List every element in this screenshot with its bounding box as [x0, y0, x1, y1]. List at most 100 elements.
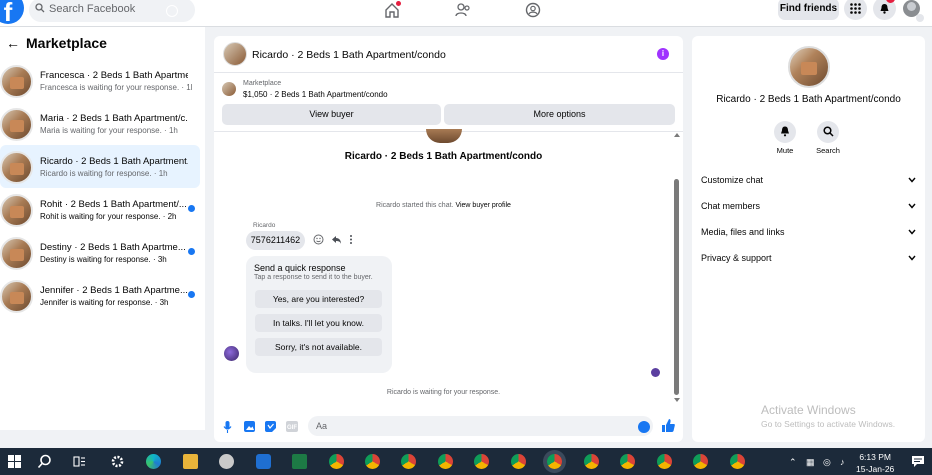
profile-avatar[interactable] [788, 46, 830, 88]
gif-icon[interactable]: GIF [286, 421, 298, 432]
cursor-ring-icon [166, 5, 178, 17]
notification-dot [396, 1, 401, 6]
conversation-avatar [0, 151, 33, 184]
facebook-logo[interactable]: f [0, 0, 24, 27]
smiley-icon[interactable] [313, 234, 324, 245]
search-icon [35, 3, 45, 13]
conversation-name: Ricardo · 2 Beds 1 Bath Apartment... [40, 156, 188, 167]
chrome-icon-active[interactable] [547, 454, 562, 469]
message-bubble[interactable]: 7576211462 [246, 231, 305, 250]
more-icon[interactable] [348, 234, 354, 245]
conversation-name: Maria · 2 Beds 1 Bath Apartment/c... [40, 113, 188, 124]
windows-start-icon[interactable] [8, 455, 21, 468]
conversation-item[interactable]: Ricardo · 2 Beds 1 Bath Apartment... Rica… [0, 145, 200, 188]
buyer-avatar[interactable] [223, 42, 247, 66]
excel-icon[interactable] [292, 454, 307, 469]
tray-app-icon[interactable]: ▦ [806, 457, 815, 468]
quick-response-option[interactable]: Sorry, it's not available. [255, 338, 382, 356]
chrome-icon[interactable] [657, 454, 672, 469]
chrome-icon[interactable] [329, 454, 344, 469]
conversation-status: Francesca is waiting for your response. … [40, 83, 192, 92]
chevron-down-icon [908, 175, 916, 185]
conversation-title: Ricardo · 2 Beds 1 Bath Apartment/condo [344, 151, 543, 162]
outlook-icon[interactable] [256, 454, 271, 469]
scrollbar-thumb[interactable] [674, 179, 679, 395]
privacy-support-section[interactable]: Privacy & support [701, 253, 916, 263]
grid-menu-icon [850, 3, 861, 14]
home-icon[interactable] [384, 1, 402, 20]
conversation-item[interactable]: Destiny · 2 Beds 1 Bath Apartme... Destin… [0, 231, 200, 274]
volume-icon[interactable]: ♪ [840, 457, 845, 467]
scrollbar[interactable] [673, 133, 681, 403]
chrome-icon[interactable] [438, 454, 453, 469]
chrome-icon[interactable] [620, 454, 635, 469]
search-button[interactable] [817, 121, 839, 143]
chrome-icon[interactable] [365, 454, 380, 469]
file-explorer-icon[interactable] [183, 454, 198, 469]
chevron-down-icon[interactable] [916, 14, 924, 22]
app-icon[interactable] [219, 454, 234, 469]
chevron-down-icon [908, 227, 916, 237]
scroll-up-icon[interactable] [674, 133, 680, 138]
quick-response-subtitle: Tap a response to send it to the buyer. [254, 274, 373, 281]
top-navigation-bar: f Search Facebook Find friends [0, 0, 932, 27]
listing-thumbnail[interactable] [222, 82, 236, 96]
chrome-icon[interactable] [511, 454, 526, 469]
clock-date: 15-Jan-26 [856, 464, 895, 474]
emoji-icon[interactable] [638, 421, 650, 433]
like-icon[interactable] [662, 419, 675, 432]
chat-title[interactable]: Ricardo · 2 Beds 1 Bath Apartment/condo [252, 49, 446, 61]
groups-icon[interactable] [525, 2, 543, 20]
search-input[interactable]: Search Facebook [29, 0, 195, 22]
media-files-links-section[interactable]: Media, files and links [701, 227, 916, 237]
activate-windows-watermark: Activate Windows Go to Settings to activ… [761, 403, 895, 429]
customize-chat-section[interactable]: Customize chat [701, 175, 916, 185]
section-label: Media, files and links [701, 227, 785, 237]
notification-center-icon[interactable] [912, 456, 924, 467]
chrome-icon[interactable] [693, 454, 708, 469]
waiting-message: Ricardo is waiting for your response. [386, 389, 501, 396]
view-buyer-profile-link[interactable]: View buyer profile [455, 202, 511, 209]
conversation-item[interactable]: Francesca · 2 Beds 1 Bath Apartme... Fran… [0, 59, 200, 102]
reply-icon[interactable] [331, 234, 342, 245]
scroll-down-icon[interactable] [674, 398, 680, 403]
system-clock[interactable]: 6:13 PM 15-Jan-26 [856, 451, 894, 475]
conversation-item[interactable]: Rohit · 2 Beds 1 Bath Apartment/... Rohit… [0, 188, 200, 231]
unread-dot [188, 291, 195, 298]
info-icon[interactable]: i [657, 48, 669, 60]
conversation-item[interactable]: Maria · 2 Beds 1 Bath Apartment/c... Mari… [0, 102, 200, 145]
quick-response-option[interactable]: In talks. I'll let you know. [255, 314, 382, 332]
quick-response-option[interactable]: Yes, are you interested? [255, 290, 382, 308]
settings-gear-icon[interactable] [110, 454, 125, 469]
chrome-icon[interactable] [474, 454, 489, 469]
conversation-item[interactable]: Jennifer · 2 Beds 1 Bath Apartme... Jenni… [0, 274, 200, 317]
find-friends-button[interactable]: Find friends [778, 0, 839, 20]
back-arrow-icon[interactable]: ← [6, 35, 20, 51]
chat-members-section[interactable]: Chat members [701, 201, 916, 211]
view-buyer-button[interactable]: View buyer [222, 104, 441, 125]
notifications-button[interactable] [873, 0, 896, 20]
edge-browser-icon[interactable] [146, 454, 161, 469]
chrome-icon[interactable] [584, 454, 599, 469]
conversation-status: Maria is waiting for your response. · 1h [40, 126, 178, 135]
section-label: Privacy & support [701, 253, 772, 263]
chrome-icon[interactable] [401, 454, 416, 469]
photo-icon[interactable] [244, 421, 255, 432]
bell-icon [781, 126, 789, 137]
tray-chevron-up-icon[interactable]: ⌃ [789, 457, 797, 468]
microphone-icon[interactable] [223, 421, 232, 433]
chrome-icon[interactable] [730, 454, 745, 469]
friends-icon[interactable] [455, 2, 473, 20]
watermark-title: Activate Windows [761, 403, 856, 417]
mute-label: Mute [776, 146, 794, 155]
message-input[interactable]: Aa [308, 416, 653, 436]
taskbar-search-icon[interactable] [37, 454, 52, 469]
sticker-icon[interactable] [265, 421, 276, 432]
mute-button[interactable] [774, 121, 796, 143]
wifi-icon[interactable]: ◎ [823, 457, 831, 468]
marketplace-title: Marketplace [26, 35, 107, 51]
menu-button[interactable] [844, 0, 867, 20]
more-options-button[interactable]: More options [444, 104, 675, 125]
task-view-icon[interactable] [73, 455, 86, 468]
conversation-avatar [0, 237, 33, 270]
